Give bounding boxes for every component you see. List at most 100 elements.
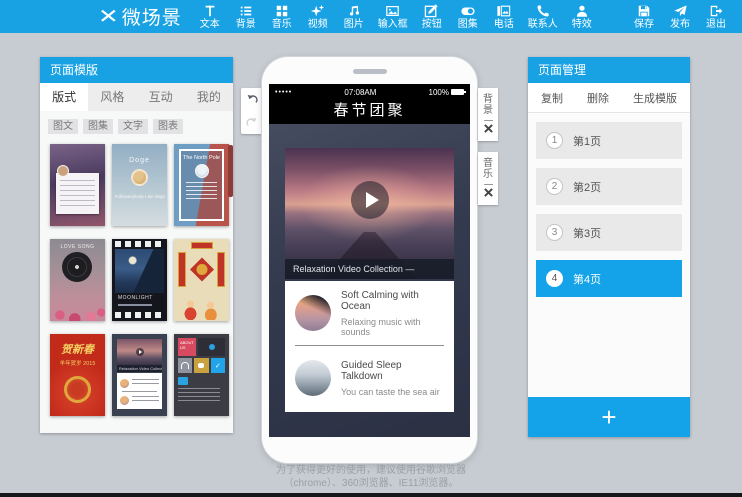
template-thumbnail-video-collection[interactable]: Relaxation Video Collection: [112, 334, 167, 416]
video-player[interactable]: Relaxation Video Collection —: [285, 148, 454, 279]
phone-tile: [198, 338, 225, 356]
page-label: 第1页: [573, 133, 601, 149]
tool-text[interactable]: 文本: [192, 0, 228, 33]
template-thumbnail-he-xin-chun[interactable]: 贺新春 羊年贺岁 2015: [50, 334, 105, 416]
template-thumbnail-north-pole[interactable]: The North Pole: [174, 144, 229, 226]
page-number-badge: 2: [546, 178, 563, 195]
scroll-banner: [217, 252, 225, 287]
moon-scene: [115, 249, 164, 293]
filter-chart[interactable]: 图表: [153, 119, 183, 134]
publish-button[interactable]: 发布: [662, 0, 698, 33]
tab-mine[interactable]: 我的: [185, 83, 233, 111]
top-toolbar: ✕ 微场景 文本 背景 音乐 视频: [0, 0, 742, 33]
close-icon[interactable]: [484, 188, 493, 197]
template-thumbnail-moonlight[interactable]: MOONLIGHT: [112, 239, 167, 321]
tab-style[interactable]: 风格: [88, 83, 136, 111]
track-item[interactable]: Soft Calming with Ocean Relaxing music w…: [285, 281, 454, 345]
template-tabs: 版式 风格 互动 我的: [40, 83, 233, 111]
page-item-3[interactable]: 3 第3页: [536, 214, 682, 251]
template-thumbnail-new-year-gold[interactable]: [174, 239, 229, 321]
tool-video[interactable]: 视频: [300, 0, 336, 33]
play-button[interactable]: [351, 181, 389, 219]
sparkles-icon: [310, 3, 325, 18]
music-note-icon: [347, 3, 361, 18]
copy-page-button[interactable]: 复制: [541, 90, 563, 106]
play-icon: [136, 348, 144, 356]
template-thumbnail-profile-card[interactable]: [50, 144, 105, 226]
list-icon: [239, 3, 253, 18]
page-item-1[interactable]: 1 第1页: [536, 122, 682, 159]
layer-tab-background[interactable]: 背景: [478, 88, 498, 141]
fu-diamond: [189, 257, 213, 281]
text-lines: [178, 388, 220, 402]
page-item-4[interactable]: 4 第4页: [536, 260, 682, 297]
chat-tile: [194, 358, 208, 373]
track-thumbnail: [295, 360, 331, 396]
tool-button[interactable]: 按钮: [414, 0, 450, 33]
tool-background[interactable]: 背景: [228, 0, 264, 33]
filter-text[interactable]: 文字: [118, 119, 148, 134]
phone-handset-icon: [536, 3, 550, 18]
tool-effects[interactable]: 特效: [564, 0, 600, 33]
vinyl-disc: [62, 252, 92, 282]
template-thumbnail-love-song[interactable]: LOVE SONG: [50, 239, 105, 321]
toolbar-right-actions: 保存 发布 退出: [626, 0, 734, 33]
tool-phone[interactable]: 电话: [486, 0, 522, 33]
undo-button[interactable]: [244, 92, 259, 107]
page-content: Relaxation Video Collection — Soft Calmi…: [269, 124, 470, 437]
page-item-2[interactable]: 2 第2页: [536, 168, 682, 205]
avatar: [195, 164, 209, 178]
history-controls: [241, 88, 262, 134]
exit-button[interactable]: 退出: [698, 0, 734, 33]
gold-ornament: [64, 376, 91, 403]
phone-screen: ••••• 07:08AM 100% 春节团聚 Relaxation Video…: [269, 84, 470, 437]
delete-page-button[interactable]: 删除: [587, 90, 609, 106]
add-page-button[interactable]: +: [528, 397, 690, 437]
image-icon: [385, 3, 400, 18]
tool-contacts[interactable]: 联系人: [522, 0, 564, 33]
flowers: [50, 297, 105, 321]
tab-layout[interactable]: 版式: [40, 83, 88, 111]
panel-scrollbar-thumb[interactable]: [228, 145, 233, 197]
app-logo: ✕ 微场景: [100, 3, 182, 30]
tool-input[interactable]: 输入框: [372, 0, 414, 33]
avatar: [131, 169, 148, 186]
template-thumbnail-doge[interactable]: Doge Followerybody I am doge: [112, 144, 167, 226]
phone-preview: ••••• 07:08AM 100% 春节团聚 Relaxation Video…: [262, 57, 477, 463]
mini-track-list: [117, 373, 162, 409]
person-icon: [575, 3, 589, 18]
tool-gallery[interactable]: 图集: [450, 0, 486, 33]
tool-music[interactable]: 音乐: [264, 0, 300, 33]
close-icon[interactable]: [484, 124, 493, 133]
filter-gallery[interactable]: 图集: [83, 119, 113, 134]
layer-tab-music[interactable]: 音乐: [478, 152, 498, 205]
filter-image-text[interactable]: 图文: [48, 119, 78, 134]
mini-video: [117, 339, 162, 365]
film-strip: [115, 241, 164, 247]
logout-icon: [709, 3, 723, 18]
footer-line-1: 为了获得更好的使用，建议使用谷歌浏览器: [0, 464, 742, 477]
page-number-badge: 4: [546, 270, 563, 287]
template-thumbnail-about-us[interactable]: ABOUT US ✓: [174, 334, 229, 416]
film-strip: [115, 312, 164, 318]
avatar: [57, 165, 69, 177]
redo-button[interactable]: [244, 115, 259, 130]
page-label: 第4页: [573, 271, 601, 287]
tab-interact[interactable]: 互动: [137, 83, 185, 111]
grid-icon: [275, 3, 289, 18]
save-icon: [637, 3, 651, 18]
children-figures: [174, 298, 229, 320]
check-tile: ✓: [211, 358, 225, 373]
bottom-bar: [0, 493, 742, 497]
pencil-icon: [424, 3, 439, 18]
picture-frame-icon: [496, 3, 511, 18]
track-item[interactable]: Guided Sleep Talkdown You can taste the …: [285, 346, 454, 410]
save-button[interactable]: 保存: [626, 0, 662, 33]
page-number-badge: 1: [546, 132, 563, 149]
camera-tile: [178, 377, 188, 385]
generate-template-button[interactable]: 生成模版: [633, 90, 677, 106]
framed-card: The North Pole: [179, 149, 224, 221]
tool-image[interactable]: 图片: [336, 0, 372, 33]
logo-x-icon: ✕: [98, 4, 119, 29]
page-manager-panel: 页面管理 复制 删除 生成模版 1 第1页 2 第2页 3 第3页 4 第4页 …: [528, 57, 690, 437]
